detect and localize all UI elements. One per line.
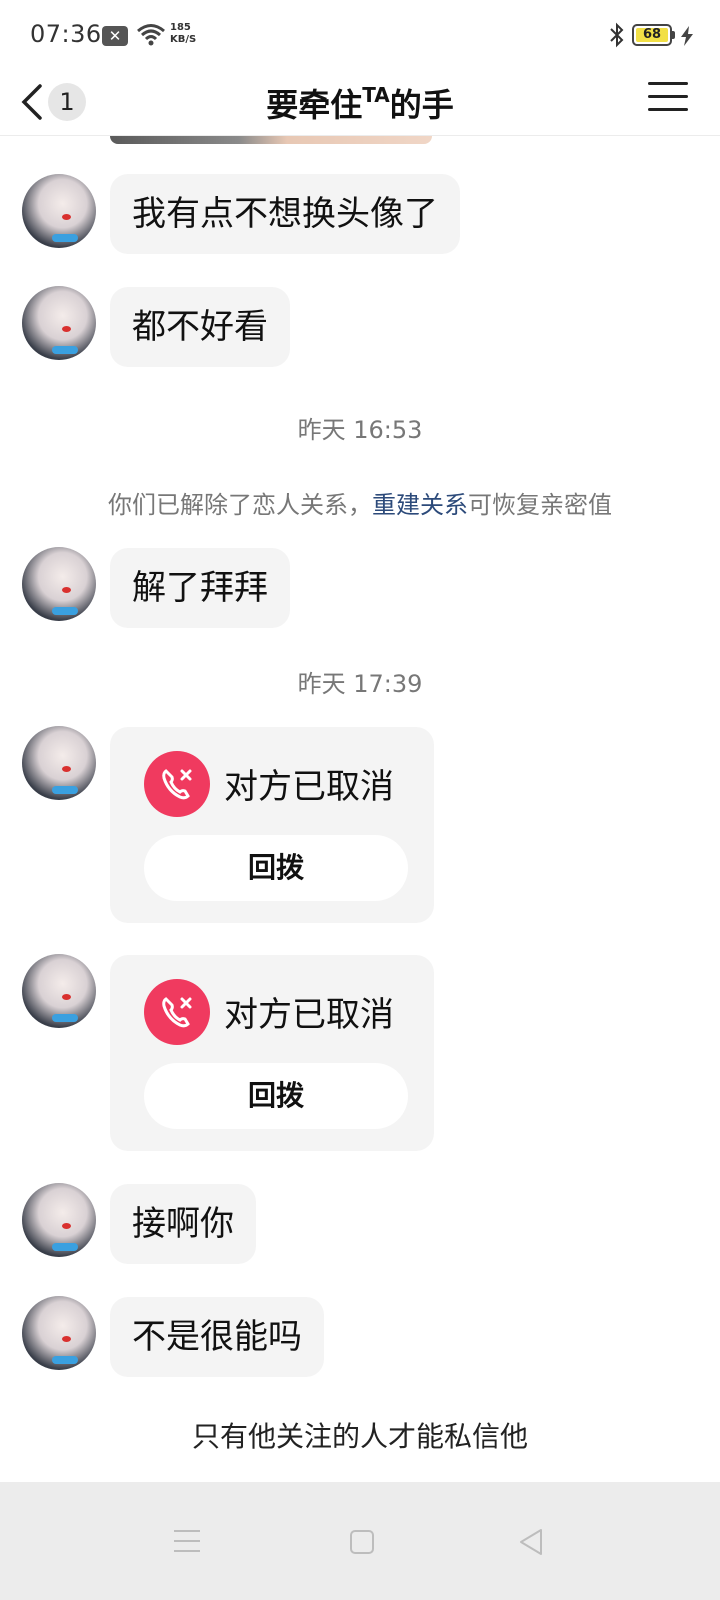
recent-apps-icon[interactable] — [174, 1530, 200, 1554]
message-bubble[interactable]: 我有点不想换头像了 — [110, 174, 460, 254]
home-icon[interactable] — [350, 1530, 374, 1554]
system-navigation-bar — [0, 1482, 720, 1600]
system-notice: 你们已解除了恋人关系，重建关系可恢复亲密值 — [0, 485, 720, 520]
notification-icon: ✕ — [102, 26, 128, 46]
avatar[interactable] — [22, 726, 96, 800]
chat-header: 1 要牵住TA的手 — [0, 72, 720, 136]
call-record-card: 对方已取消 回拨 — [110, 727, 434, 923]
call-record-card: 对方已取消 回拨 — [110, 955, 434, 1151]
bluetooth-icon — [610, 22, 624, 48]
timestamp: 昨天 16:53 — [297, 416, 423, 444]
avatar[interactable] — [22, 1183, 96, 1257]
chat-title-main: 要牵住 — [266, 86, 363, 124]
phone-cancelled-icon — [144, 751, 210, 817]
network-speed-unit: KB/S — [170, 34, 197, 45]
wifi-icon — [137, 24, 165, 46]
avatar[interactable] — [22, 286, 96, 360]
rebuild-relationship-link[interactable]: 重建关系 — [372, 491, 468, 519]
system-notice-text: 你们已解除了恋人关系， — [108, 491, 372, 519]
back-triangle-icon[interactable] — [518, 1528, 544, 1556]
battery-tip — [672, 31, 675, 39]
chat-title: 要牵住TA的手 — [160, 80, 560, 126]
chat-title-end: 的手 — [389, 86, 454, 124]
avatar[interactable] — [22, 1296, 96, 1370]
chat-title-superscript: TA — [362, 83, 390, 107]
status-bar: 07:36 ✕ 185 KB/S 68 — [0, 0, 720, 72]
call-status: 对方已取消 — [224, 767, 394, 807]
callback-button[interactable]: 回拨 — [144, 835, 408, 901]
unread-count-badge: 1 — [48, 83, 86, 121]
message-bubble[interactable]: 不是很能吗 — [110, 1297, 324, 1377]
message-bubble[interactable]: 都不好看 — [110, 287, 290, 367]
call-status: 对方已取消 — [224, 995, 394, 1035]
network-speed: 185 KB/S — [170, 22, 196, 46]
menu-icon[interactable] — [648, 82, 688, 116]
image-message-partial[interactable] — [110, 136, 432, 144]
phone-cancelled-icon — [144, 979, 210, 1045]
battery-level: 68 — [636, 28, 668, 42]
system-notice-text-end: 可恢复亲密值 — [468, 491, 612, 519]
message-bubble[interactable]: 解了拜拜 — [110, 548, 290, 628]
message-bubble[interactable]: 接啊你 — [110, 1184, 256, 1264]
avatar[interactable] — [22, 954, 96, 1028]
status-time: 07:36 — [30, 20, 102, 48]
charging-icon — [681, 26, 693, 46]
timestamp: 昨天 17:39 — [297, 670, 423, 698]
avatar[interactable] — [22, 174, 96, 248]
back-button[interactable]: 1 — [16, 78, 88, 126]
network-speed-value: 185 — [170, 22, 191, 33]
messaging-restriction-notice: 只有他关注的人才能私信他 — [191, 1420, 528, 1453]
chevron-left-icon — [21, 84, 42, 120]
avatar[interactable] — [22, 547, 96, 621]
callback-button[interactable]: 回拨 — [144, 1063, 408, 1129]
battery-icon: 68 — [632, 24, 672, 46]
